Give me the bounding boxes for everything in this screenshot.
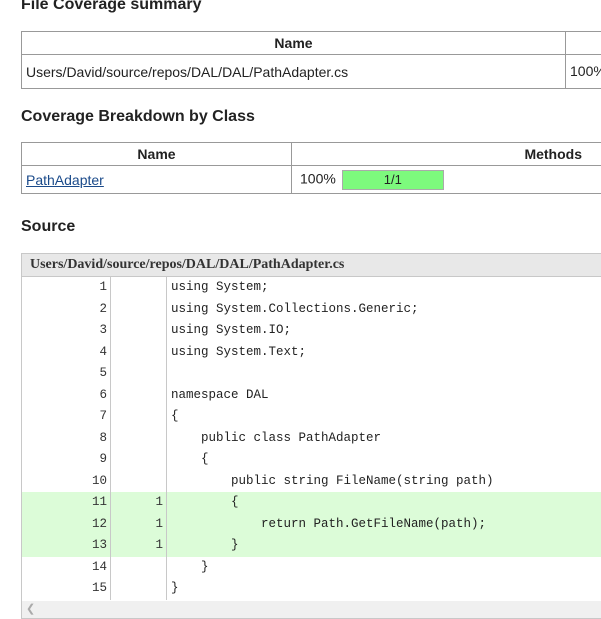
line-number: 10 [91,473,107,488]
horizontal-scrollbar[interactable]: ❮ [22,601,601,618]
source-line: 8 public class PathAdapter [22,428,601,450]
file-percent-cell: 100% [565,54,601,89]
code-text: public class PathAdapter [171,430,382,445]
class-name-cell: PathAdapter [21,165,292,194]
code-text: using System.Collections.Generic; [171,301,419,316]
line-number: 15 [91,581,107,595]
class-link[interactable]: PathAdapter [26,172,104,188]
code-text: { [171,409,179,423]
code-text: using System.IO; [171,323,292,337]
hit-count: 1 [155,538,163,552]
line-number: 3 [99,323,107,337]
class-breakdown-heading: Coverage Breakdown by Class [21,108,255,125]
code-text: { [171,452,209,466]
code-text: { [171,495,239,509]
file-coverage-heading: File Coverage summary [21,0,202,13]
source-line: 15} [22,578,601,600]
column-divider [110,277,111,600]
source-line: 7{ [22,406,601,428]
line-number: 1 [99,280,107,294]
hit-count: 1 [155,516,163,531]
line-number: 7 [99,409,107,423]
class-percent: 100% [300,170,336,187]
source-file-path: Users/David/source/repos/DAL/DAL/PathAda… [22,254,601,277]
code-text: } [171,581,179,595]
line-number: 2 [99,301,107,316]
scroll-left-arrow-icon[interactable]: ❮ [26,601,35,618]
source-line: 4 using System.Text; [22,342,601,364]
file-name-header: Name [21,31,566,55]
source-lines: 1 using System; 2 using System.Collections.… [22,277,601,600]
line-number: 12 [91,516,107,531]
line-number: 4 [99,344,107,359]
methods-header: Methods [291,142,601,166]
table-row: PathAdapter 100% 1/1 [21,165,601,194]
source-line: 11 1 { [22,492,601,514]
table-row: Users/David/source/repos/DAL/DAL/PathAda… [21,54,601,89]
line-number: 5 [99,366,107,380]
line-number: 13 [91,538,107,552]
source-heading: Source [21,218,76,235]
source-line: 6 namespace DAL [22,385,601,407]
code-text: } [171,559,209,574]
class-breakdown-table: Name Methods PathAdapter 100% 1/1 [21,142,601,194]
source-line: 2 using System.Collections.Generic; [22,299,601,321]
hit-count: 1 [155,495,163,509]
source-line: 1 using System; [22,277,601,299]
file-coverage-header [565,31,601,55]
line-number: 11 [91,495,107,509]
code-text: } [171,538,239,552]
methods-coverage-bar: 1/1 [341,169,444,190]
file-path-cell: Users/David/source/repos/DAL/DAL/PathAda… [21,54,566,89]
column-divider [166,277,167,600]
code-text: using System.Text; [171,344,307,359]
file-coverage-table: Name Users/David/source/repos/DAL/DAL/Pa… [21,31,601,89]
source-line: 9 { [22,449,601,471]
class-name-header: Name [21,142,292,166]
line-number: 8 [99,430,107,445]
source-line: 14 } [22,557,601,579]
line-number: 6 [99,387,107,402]
source-line: 13 1 } [22,535,601,557]
source-line: 10 public string FileName(string path) [22,471,601,493]
line-number: 14 [91,559,107,574]
code-text: using System; [171,280,269,294]
code-text: namespace DAL [171,387,269,402]
source-line: 3 using System.IO; [22,320,601,342]
code-text: public string FileName(string path) [171,473,494,488]
file-percent: 100% [570,62,601,79]
code-text: return Path.GetFileName(path); [171,516,487,531]
source-line: 5 [22,363,601,385]
source-panel: Users/David/source/repos/DAL/DAL/PathAda… [21,253,601,619]
source-line: 12 1 return Path.GetFileName(path); [22,513,601,535]
methods-cell: 100% 1/1 [291,165,601,194]
line-number: 9 [99,452,107,466]
